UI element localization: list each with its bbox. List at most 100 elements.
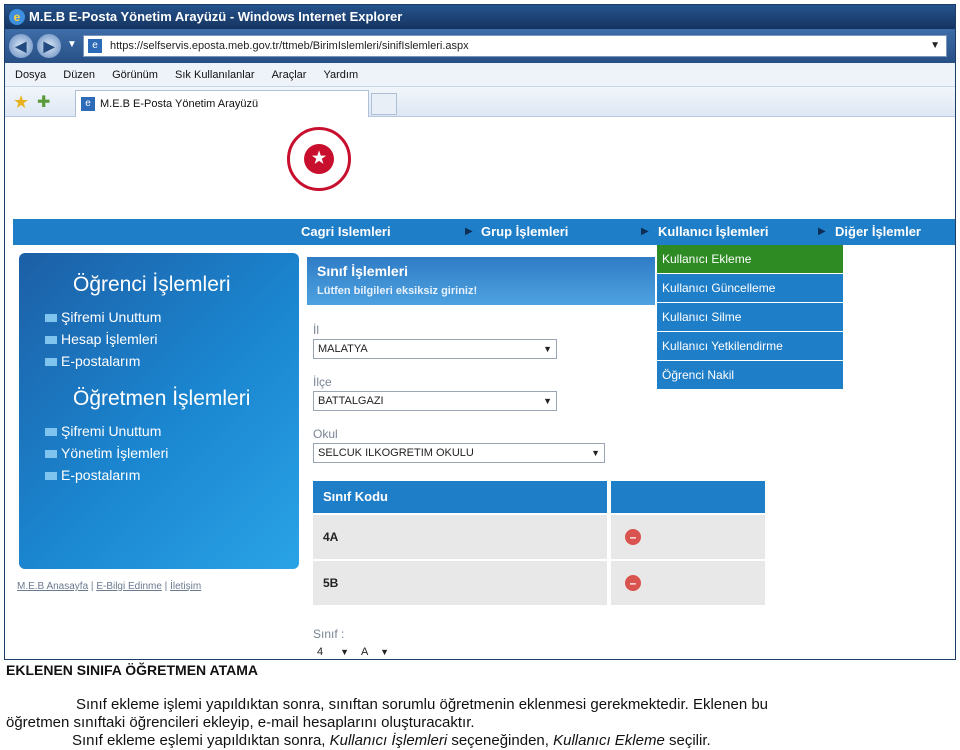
delete-icon[interactable]: – — [625, 529, 641, 545]
sinif-label: Sınıf : — [313, 627, 345, 641]
menu-user-update[interactable]: Kullanıcı Güncelleme — [657, 274, 843, 303]
menu-tools[interactable]: Araçlar — [272, 63, 307, 87]
table-row-action: – — [611, 515, 765, 559]
address-bar-row: ◀ ▶ ▼ e https://selfservis.eposta.meb.go… — [5, 29, 955, 63]
table-row-code: 5B — [313, 561, 607, 605]
section-value: A — [361, 646, 369, 658]
chevron-down-icon[interactable]: ▼ — [67, 39, 77, 50]
menu-view[interactable]: Görünüm — [112, 63, 158, 87]
bullet-icon — [45, 450, 57, 459]
chevron-down-icon: ▼ — [340, 647, 349, 657]
il-select[interactable]: MALATYA ▼ — [313, 339, 557, 359]
okul-label: Okul — [313, 427, 338, 441]
bullet-icon — [45, 472, 57, 481]
favorites-bar: ★ ✚ e M.E.B E-Posta Yönetim Arayüzü — [5, 87, 955, 117]
nav-diger[interactable]: Diğer İşlemler — [835, 219, 921, 245]
tab-label: M.E.B E-Posta Yönetim Arayüzü — [100, 98, 259, 110]
sidebar-item-student-password[interactable]: Şifremi Unuttum — [45, 309, 161, 325]
sidebar-item-label: E-postalarım — [61, 353, 141, 369]
page-icon: e — [81, 97, 95, 111]
new-tab-button[interactable] — [371, 93, 397, 115]
main-nav: Cagri Islemleri ▶ Grup İşlemleri ▶ Kulla… — [13, 219, 955, 245]
menu-help[interactable]: Yardım — [324, 63, 359, 87]
sidebar-item-label: Şifremi Unuttum — [61, 309, 162, 325]
sidebar-item-label: Şifremi Unuttum — [61, 423, 162, 439]
browser-window: e M.E.B E-Posta Yönetim Arayüzü - Window… — [4, 4, 956, 660]
footer-links: M.E.B Anasayfa | E-Bilgi Edinme | İletiş… — [17, 581, 202, 592]
sidebar-item-account[interactable]: Hesap İşlemleri — [45, 331, 157, 347]
triangle-right-icon: ▶ — [818, 226, 826, 237]
section-select[interactable]: A ▼ — [357, 643, 393, 659]
grade-value: 4 — [317, 646, 324, 658]
chevron-down-icon[interactable]: ▼ — [930, 36, 940, 56]
footer-link-info[interactable]: E-Bilgi Edinme — [96, 581, 162, 592]
grade-select[interactable]: 4 ▼ — [313, 643, 353, 659]
sidebar-item-teacher-password[interactable]: Şifremi Unuttum — [45, 423, 161, 439]
bullet-icon — [45, 336, 57, 345]
nav-kullanici[interactable]: Kullanıcı İşlemleri — [658, 219, 769, 245]
bullet-icon — [45, 358, 57, 367]
menu-user-permissions[interactable]: Kullanıcı Yetkilendirme — [657, 332, 843, 361]
table-row-code: 4A — [313, 515, 607, 559]
panel-header: Sınıf İşlemleri Lütfen bilgileri eksiksi… — [307, 257, 655, 305]
menu-file[interactable]: Dosya — [15, 63, 46, 87]
sidebar-item-label: Yönetim İşlemleri — [61, 445, 169, 461]
chevron-down-icon: ▼ — [543, 396, 552, 406]
ilce-select[interactable]: BATTALGAZI ▼ — [313, 391, 557, 411]
footer-link-home[interactable]: M.E.B Anasayfa — [17, 581, 88, 592]
sidebar-item-management[interactable]: Yönetim İşlemleri — [45, 445, 168, 461]
sidebar-item-label: E-postalarım — [61, 467, 141, 483]
chevron-down-icon: ▼ — [543, 344, 552, 354]
favorites-star-icon[interactable]: ★ — [13, 92, 29, 113]
title-bar: e M.E.B E-Posta Yönetim Arayüzü - Window… — [5, 5, 955, 29]
chevron-down-icon: ▼ — [591, 448, 600, 458]
browser-tab[interactable]: e M.E.B E-Posta Yönetim Arayüzü — [75, 90, 369, 117]
back-icon[interactable]: ◀ — [9, 34, 33, 58]
menu-student-transfer[interactable]: Öğrenci Nakil — [657, 361, 843, 390]
caption-para-1: Sınıf ekleme işlemi yapıldıktan sonra, s… — [76, 696, 769, 713]
caption-para-2: öğretmen sınıftaki öğrencileri ekleyip, … — [6, 714, 475, 731]
panel-subtitle: Lütfen bilgileri eksiksiz giriniz! — [317, 285, 478, 297]
page-content: ★ Cagri Islemleri ▶ Grup İşlemleri ▶ Kul… — [5, 117, 955, 659]
chevron-down-icon: ▼ — [380, 647, 389, 657]
bullet-icon — [45, 428, 57, 437]
delete-icon[interactable]: – — [625, 575, 641, 591]
meb-logo: ★ — [287, 127, 351, 191]
nav-cagri[interactable]: Cagri Islemleri — [301, 219, 391, 245]
okul-select[interactable]: SELCUK ILKOGRETIM OKULU ▼ — [313, 443, 605, 463]
panel-title: Sınıf İşlemleri — [317, 263, 409, 279]
caption-emphasis: Kullanıcı İşlemleri — [329, 732, 448, 749]
sidebar-item-teacher-emails[interactable]: E-postalarım — [45, 467, 140, 483]
url-text: https://selfservis.eposta.meb.gov.tr/ttm… — [110, 40, 469, 52]
table-header-action — [611, 481, 765, 513]
footer-link-contact[interactable]: İletişim — [170, 581, 201, 592]
table-row-action: – — [611, 561, 765, 605]
url-input[interactable]: e https://selfservis.eposta.meb.gov.tr/t… — [83, 35, 947, 57]
triangle-right-icon: ▶ — [641, 226, 649, 237]
table-header-code: Sınıf Kodu — [313, 481, 607, 513]
ie-logo-icon: e — [9, 9, 25, 25]
triangle-right-icon: ▶ — [465, 226, 473, 237]
student-section-title: Öğrenci İşlemleri — [73, 273, 231, 296]
sidebar-item-student-emails[interactable]: E-postalarım — [45, 353, 140, 369]
nav-grup[interactable]: Grup İşlemleri — [481, 219, 568, 245]
add-favorite-icon[interactable]: ✚ — [37, 92, 50, 112]
user-ops-dropdown: Kullanıcı Ekleme Kullanıcı Güncelleme Ku… — [657, 245, 843, 390]
sidebar: Öğrenci İşlemleri Şifremi Unuttum Hesap … — [19, 253, 299, 569]
page-icon: e — [88, 39, 102, 53]
menu-bar: Dosya Düzen Görünüm Sık Kullanılanlar Ar… — [5, 63, 955, 87]
caption-para-3: Sınıf ekleme eşlemi yapıldıktan sonra, K… — [6, 732, 956, 749]
il-value: MALATYA — [318, 343, 368, 355]
menu-user-add[interactable]: Kullanıcı Ekleme — [657, 245, 843, 274]
caption-text: seçilir. — [664, 732, 711, 749]
menu-user-delete[interactable]: Kullanıcı Silme — [657, 303, 843, 332]
menu-edit[interactable]: Düzen — [63, 63, 95, 87]
forward-icon[interactable]: ▶ — [37, 34, 61, 58]
window-title: M.E.B E-Posta Yönetim Arayüzü - Windows … — [29, 9, 403, 24]
okul-value: SELCUK ILKOGRETIM OKULU — [318, 447, 474, 459]
logo-emblem-icon: ★ — [304, 144, 334, 174]
caption-title: EKLENEN SINIFA ÖĞRETMEN ATAMA — [6, 662, 258, 678]
caption-emphasis: Kullanıcı Ekleme — [553, 732, 665, 749]
menu-favorites[interactable]: Sık Kullanılanlar — [175, 63, 255, 87]
teacher-section-title: Öğretmen İşlemleri — [73, 387, 251, 410]
